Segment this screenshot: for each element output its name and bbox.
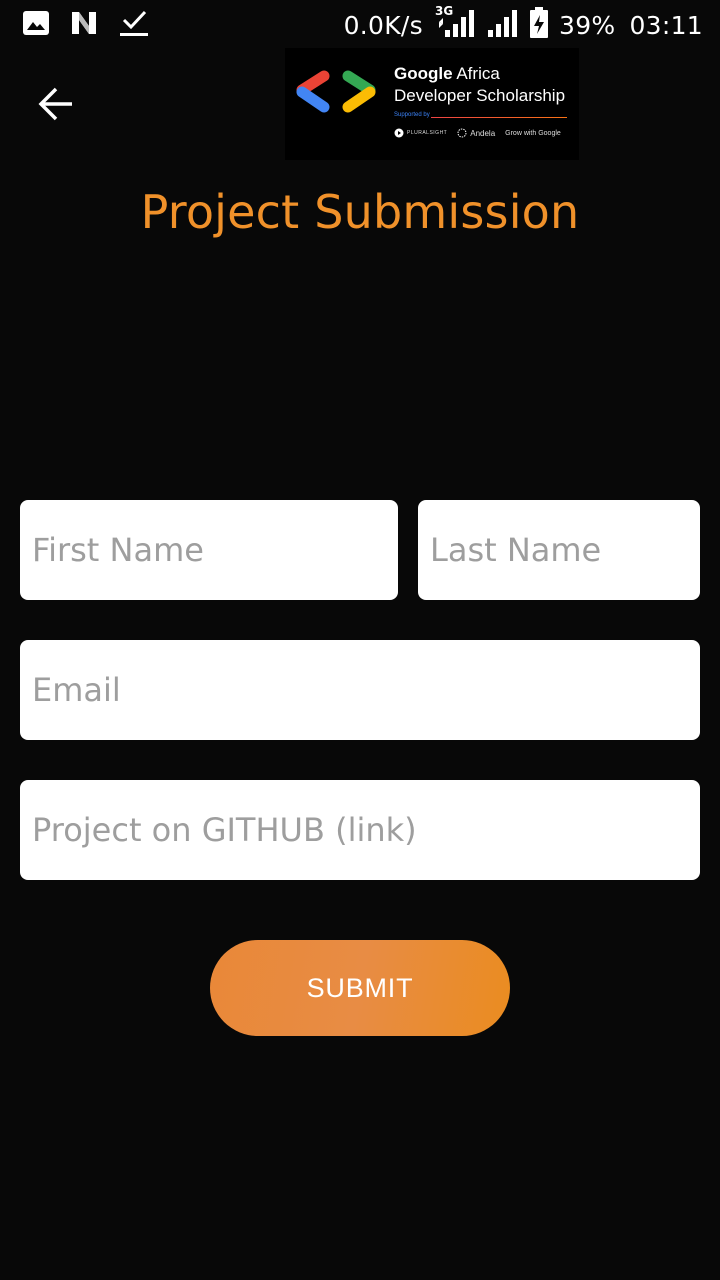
andela-logo-icon [457, 128, 467, 138]
scholarship-logo-banner: Google Africa Developer Scholarship Supp… [285, 48, 579, 160]
mobile-signal-3g: 3G [435, 4, 477, 43]
gallery-icon [22, 10, 50, 41]
signal-bars-sim2-icon [487, 8, 517, 43]
partner-andela: Andela [457, 128, 495, 138]
partner-grow-with-google: Grow with Google [505, 130, 561, 137]
partner-grow-with-google-label: Grow with Google [505, 129, 561, 137]
clock: 03:11 [629, 10, 703, 40]
system-status: 0.0K/s 3G 39% 03:11 [343, 4, 703, 44]
email-input[interactable] [20, 640, 700, 740]
github-link-input[interactable] [20, 780, 700, 880]
banner-subtitle: Developer Scholarship [394, 86, 566, 105]
battery-charging-icon [529, 6, 549, 44]
partner-andela-label: Andela [470, 128, 496, 138]
banner-title-africa: Africa [452, 64, 500, 83]
battery-percent: 39% [558, 10, 616, 40]
partner-pluralsight-label: PLURALSIGHT [407, 130, 448, 136]
notification-icons [22, 10, 150, 40]
status-bar: 0.0K/s 3G 39% 03:11 [0, 0, 720, 50]
pluralsight-logo-icon [394, 128, 404, 138]
banner-title-google: Google [394, 64, 453, 83]
submit-button[interactable]: SUBMIT [210, 940, 510, 1036]
partner-pluralsight: PLURALSIGHT [394, 128, 447, 138]
network-speed: 0.0K/s [343, 10, 423, 40]
first-name-input[interactable] [20, 500, 398, 600]
network-type-label: 3G [434, 3, 454, 18]
banner-title: Google Africa [394, 64, 500, 84]
download-complete-icon [118, 9, 150, 42]
page-title: Project Submission [140, 185, 580, 239]
n-app-icon [70, 10, 98, 41]
banner-supported-by: Supported by [394, 112, 430, 118]
arrow-left-icon [38, 87, 72, 121]
back-button[interactable] [28, 80, 84, 128]
banner-divider [431, 117, 567, 118]
developers-logo-icon [296, 70, 376, 113]
banner-partners: PLURALSIGHT Andela Grow with Google [394, 128, 561, 138]
last-name-input[interactable] [418, 500, 700, 600]
